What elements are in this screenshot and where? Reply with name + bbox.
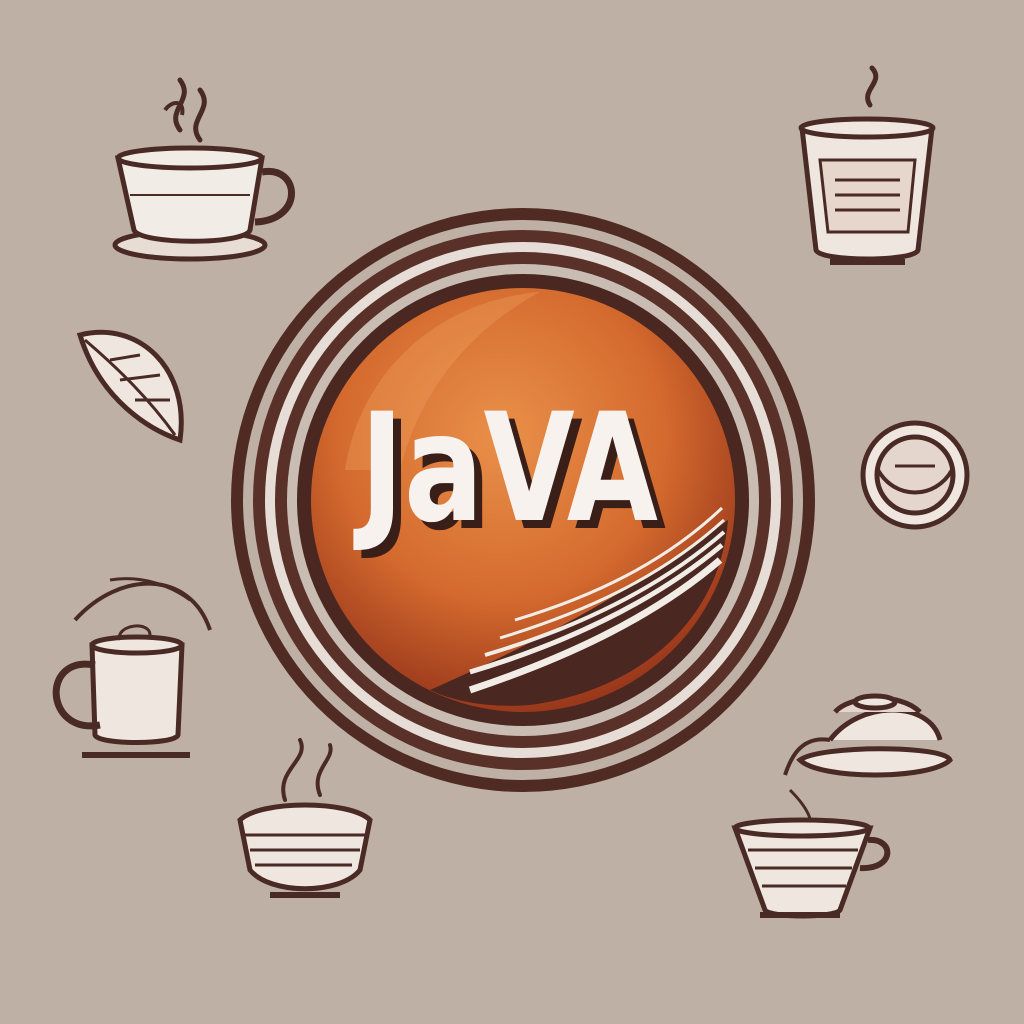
- pour-over-cup-icon: [731, 817, 891, 919]
- steaming-cup-icon: [112, 77, 295, 262]
- poster-canvas: JaVA JaVA: [0, 0, 1024, 1024]
- central-emblem: JaVA JaVA: [231, 208, 815, 792]
- coffee-leaf-icon: [76, 329, 184, 444]
- bowl-icon: [860, 420, 970, 530]
- steaming-bowl-icon: [237, 738, 373, 898]
- artwork: JaVA JaVA: [52, 65, 970, 919]
- mug-with-leaf-icon: [52, 577, 212, 758]
- tall-glass-icon: [798, 65, 936, 265]
- wordmark: JaVA: [353, 382, 658, 556]
